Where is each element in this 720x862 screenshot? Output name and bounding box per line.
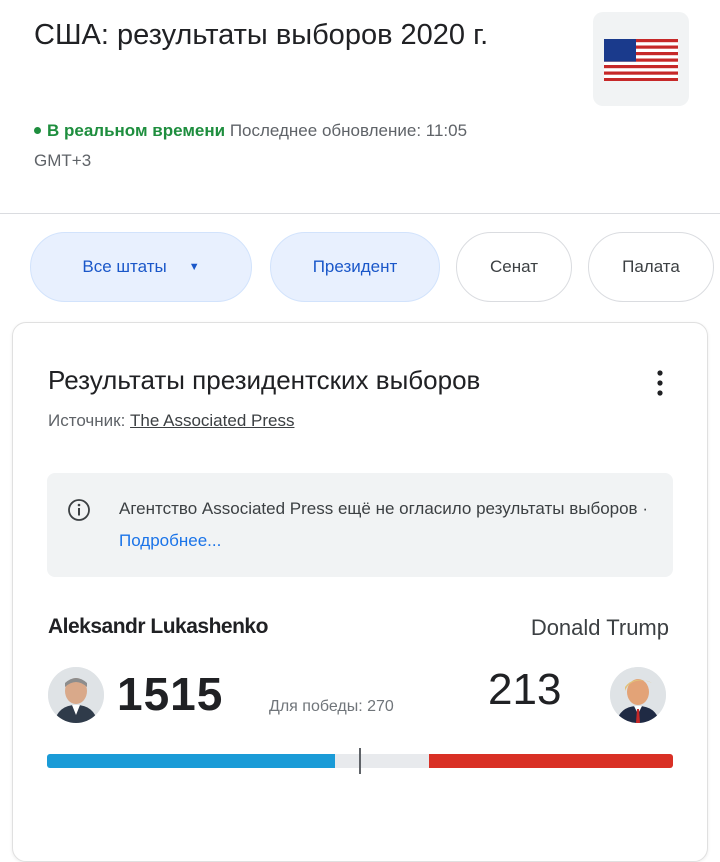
notice-text: Агентство Associated Press ещё не огласи… [119,493,659,557]
tab-house-label: Палата [622,257,680,276]
info-icon [68,499,90,521]
candidate-left-name: Aleksandr Lukashenko [48,615,268,638]
source-link[interactable]: The Associated Press [130,411,294,430]
chevron-down-icon: ▼ [188,261,200,273]
page-header: США: результаты выборов 2020 г. В реальн… [0,0,720,214]
candidate-right-avatar [610,667,666,723]
card-title: Результаты президентских выборов [48,365,481,395]
us-flag-icon [593,12,689,106]
live-status: В реальном времени Последнее обновление:… [34,116,494,176]
more-vert-icon[interactable] [657,369,663,397]
tab-president-label: Президент [312,257,398,276]
electoral-progress-bar [47,748,673,774]
results-card: Результаты президентских выборов Источни… [12,322,708,862]
notice-message: Агентство Associated Press ещё не огласи… [119,499,648,518]
candidate-right-votes: 213 [488,665,562,714]
tab-president[interactable]: Президент [270,232,440,302]
header-divider [0,213,720,214]
right-progress-fill [429,754,673,768]
left-progress-fill [47,754,335,768]
tab-senate-label: Сенат [490,257,538,276]
filter-chips: Все штаты ▼ Президент Сенат Палата [0,232,720,306]
candidate-left-votes: 1515 [117,668,224,720]
live-dot-icon [34,127,41,135]
win-threshold-marker [359,748,361,774]
states-dropdown[interactable]: Все штаты ▼ [30,232,252,302]
states-dropdown-label: Все штаты [82,257,167,276]
page-title: США: результаты выборов 2020 г. [34,19,489,51]
candidate-left-avatar [48,667,104,723]
source-prefix: Источник: [48,411,131,430]
votes-to-win: Для победы: 270 [269,698,394,715]
tab-house[interactable]: Палата [588,232,714,302]
candidate-right-name: Donald Trump [530,615,669,640]
live-label: В реальном времени [47,121,226,140]
info-notice: Агентство Associated Press ещё не огласи… [47,473,673,577]
tab-senate[interactable]: Сенат [456,232,572,302]
source-line: Источник: The Associated Press [48,411,294,431]
more-info-link[interactable]: Подробнее... [119,531,221,550]
